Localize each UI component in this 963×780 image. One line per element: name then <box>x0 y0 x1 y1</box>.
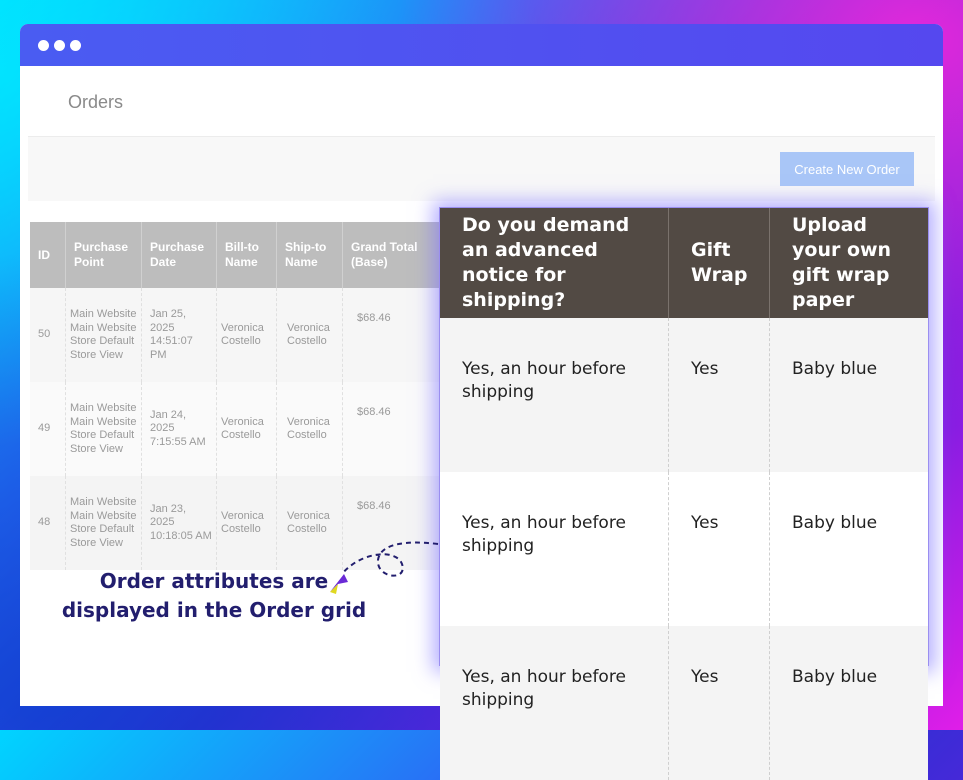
cell-gift-wrap: Yes <box>668 318 770 472</box>
cell-bill-to-name: Veronica Costello <box>216 382 277 476</box>
column-header-id[interactable]: ID <box>30 222 66 288</box>
cell-gift-wrap-paper: Baby blue <box>769 626 928 780</box>
table-row[interactable]: Yes, an hour before shipping Yes Baby bl… <box>440 626 928 780</box>
column-header-advanced-notice[interactable]: Do you demand an advanced notice for shi… <box>440 208 669 318</box>
cell-grand-total: $68.46 <box>342 288 440 382</box>
column-header-gift-wrap-paper[interactable]: Upload your own gift wrap paper <box>769 208 928 318</box>
order-attributes-panel: Do you demand an advanced notice for shi… <box>439 207 929 780</box>
cell-gift-wrap: Yes <box>668 626 770 780</box>
cell-ship-to-name: Veronica Costello <box>276 288 343 382</box>
cell-grand-total: $68.46 <box>342 382 440 476</box>
column-header-bill-to-name[interactable]: Bill-to Name <box>216 222 277 288</box>
table-row[interactable]: Yes, an hour before shipping Yes Baby bl… <box>440 472 928 626</box>
window-titlebar <box>20 24 943 66</box>
cell-purchase-date: Jan 25, 2025 14:51:07 PM <box>141 288 217 382</box>
cell-bill-to-name: Veronica Costello <box>216 288 277 382</box>
cell-advanced-notice: Yes, an hour before shipping <box>440 472 669 626</box>
cell-bill-to-name: Veronica Costello <box>216 476 277 570</box>
cell-id: 50 <box>30 288 66 382</box>
window-dot-icon[interactable] <box>70 39 81 51</box>
cell-purchase-point: Main Website Main Website Store Default … <box>65 288 142 382</box>
window-dot-icon[interactable] <box>38 39 49 51</box>
orders-grid: ID Purchase Point Purchase Date Bill-to … <box>30 222 440 570</box>
attributes-header-row: Do you demand an advanced notice for shi… <box>440 208 928 318</box>
cell-purchase-date: Jan 24, 2025 7:15:55 AM <box>141 382 217 476</box>
cell-purchase-point: Main Website Main Website Store Default … <box>65 476 142 570</box>
table-row[interactable]: 50 Main Website Main Website Store Defau… <box>30 288 440 382</box>
create-new-order-button[interactable]: Create New Order <box>780 152 914 186</box>
grid-header-row: ID Purchase Point Purchase Date Bill-to … <box>30 222 440 288</box>
column-header-purchase-point[interactable]: Purchase Point <box>65 222 142 288</box>
cell-gift-wrap-paper: Baby blue <box>769 472 928 626</box>
column-header-gift-wrap[interactable]: Gift Wrap <box>668 208 770 318</box>
cell-advanced-notice: Yes, an hour before shipping <box>440 626 669 780</box>
column-header-purchase-date[interactable]: Purchase Date <box>141 222 217 288</box>
cell-purchase-point: Main Website Main Website Store Default … <box>65 382 142 476</box>
table-row[interactable]: 49 Main Website Main Website Store Defau… <box>30 382 440 476</box>
table-row[interactable]: Yes, an hour before shipping Yes Baby bl… <box>440 318 928 472</box>
window-dot-icon[interactable] <box>54 39 65 51</box>
cell-purchase-date: Jan 23, 2025 10:18:05 AM <box>141 476 217 570</box>
cell-ship-to-name: Veronica Costello <box>276 382 343 476</box>
cell-gift-wrap: Yes <box>668 472 770 626</box>
feature-caption: Order attributes are displayed in the Or… <box>61 569 367 622</box>
cell-id: 48 <box>30 476 66 570</box>
cell-gift-wrap-paper: Baby blue <box>769 318 928 472</box>
page-title: Orders <box>68 92 124 112</box>
cell-id: 49 <box>30 382 66 476</box>
column-header-ship-to-name[interactable]: Ship-to Name <box>276 222 343 288</box>
column-header-grand-total[interactable]: Grand Total (Base) <box>342 222 440 288</box>
cell-advanced-notice: Yes, an hour before shipping <box>440 318 669 472</box>
order-attributes-table: Do you demand an advanced notice for shi… <box>440 208 928 780</box>
